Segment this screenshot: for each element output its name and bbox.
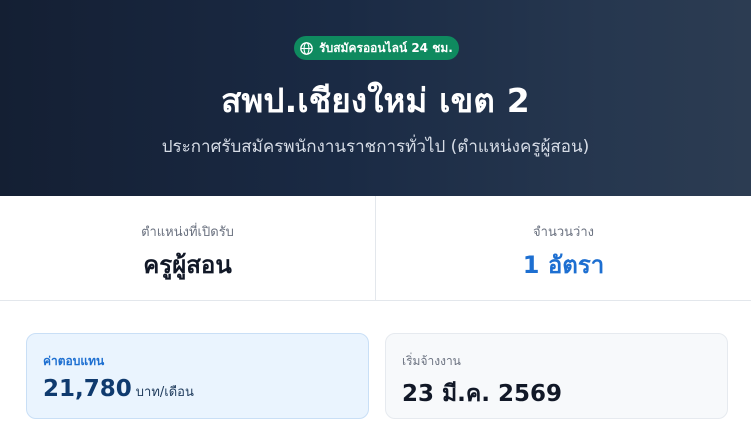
salary-card: ค่าตอบแทน 21,780 บาท/เดือน bbox=[26, 333, 369, 419]
start-date-card: เริ่มจ้างงาน 23 มี.ค. 2569 bbox=[385, 333, 728, 419]
vacancy-value: 1 อัตรา bbox=[522, 251, 605, 279]
start-label: เริ่มจ้างงาน bbox=[402, 354, 461, 368]
hero-banner: รับสมัครออนไลน์ 24 ชม. สพป.เชียงใหม่ เขต… bbox=[0, 0, 751, 196]
position-label: ตำแหน่งที่เปิดรับ bbox=[141, 225, 234, 240]
page-subtitle: ประกาศรับสมัครพนักงานราชการทั่วไป (ตำแหน… bbox=[161, 137, 590, 157]
salary-label: ค่าตอบแทน bbox=[43, 354, 105, 368]
start-value: 23 มี.ค. 2569 bbox=[402, 381, 563, 407]
salary-unit: บาท/เดือน bbox=[135, 385, 194, 400]
online-badge: รับสมัครออนไลน์ 24 ชม. bbox=[294, 36, 459, 60]
salary-amount: 21,780 bbox=[43, 376, 132, 402]
position-value: ครูผู้สอน bbox=[143, 251, 232, 279]
stat-position: ตำแหน่งที่เปิดรับ ครูผู้สอน bbox=[0, 196, 375, 300]
stats-row: ตำแหน่งที่เปิดรับ ครูผู้สอน จำนวนว่าง 1 … bbox=[0, 196, 751, 301]
salary-value: 21,780 บาท/เดือน bbox=[43, 376, 194, 402]
globe-icon bbox=[300, 41, 314, 55]
vacancy-label: จำนวนว่าง bbox=[533, 225, 594, 240]
badge-label: รับสมัครออนไลน์ 24 ชม. bbox=[319, 40, 453, 55]
page-title: สพป.เชียงใหม่ เขต 2 bbox=[221, 81, 530, 120]
stat-vacancy: จำนวนว่าง 1 อัตรา bbox=[375, 196, 751, 300]
